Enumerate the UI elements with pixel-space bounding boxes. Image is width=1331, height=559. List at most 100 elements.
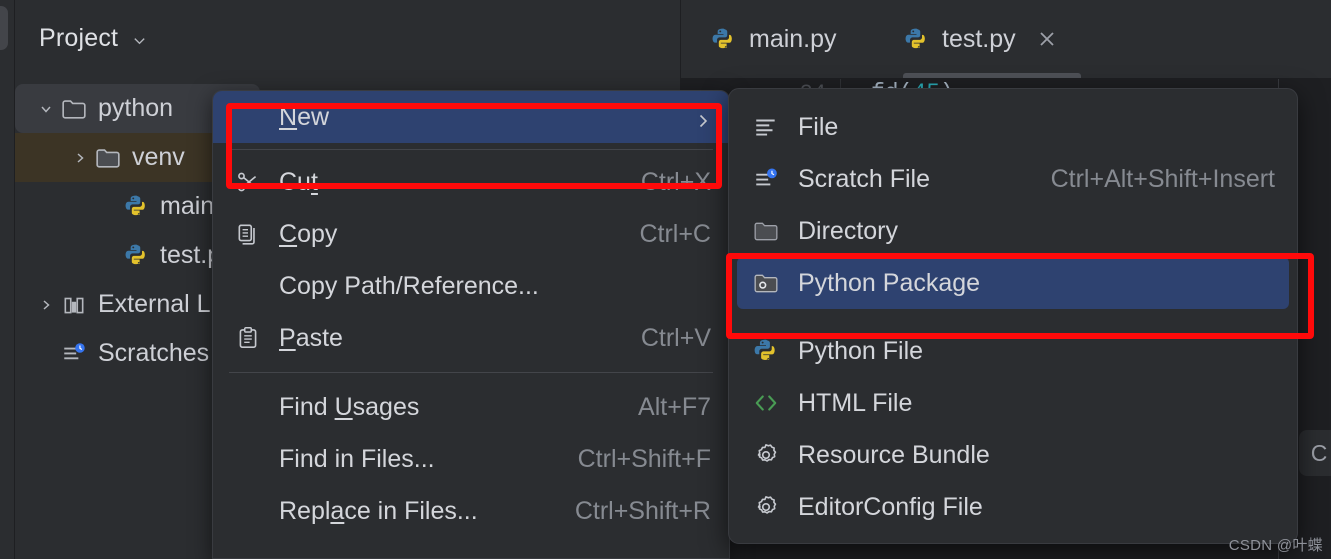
mnemonic-letter: P: [279, 323, 296, 352]
file-lines-icon: [749, 112, 783, 142]
chevron-right-icon[interactable]: [33, 292, 59, 318]
context-menu-item-copy[interactable]: Copy Ctrl+C: [213, 208, 729, 260]
submenu-item-html-file[interactable]: HTML File: [737, 377, 1289, 429]
menu-separator: [229, 372, 713, 373]
scissors-icon: [231, 167, 265, 197]
folder-icon: [59, 96, 89, 122]
label-rest: ew: [297, 102, 330, 131]
context-menu-label: Replace in Files...: [279, 496, 478, 525]
label-rest: sages: [352, 392, 420, 421]
submenu-item-scratch-file[interactable]: Scratch File Ctrl+Alt+Shift+Insert: [737, 153, 1289, 205]
python-file-icon: [121, 243, 151, 269]
context-menu-shortcut: Ctrl+C: [639, 219, 711, 248]
context-menu-shortcut: Ctrl+Shift+R: [574, 496, 711, 525]
submenu-label: Python Package: [798, 268, 981, 297]
html-file-icon: [749, 388, 783, 418]
context-menu-label: New: [279, 103, 329, 132]
chevron-down-icon[interactable]: [33, 96, 59, 122]
submenu-gap: [729, 309, 1297, 325]
chevron-right-icon: [695, 108, 711, 128]
submenu-item-file[interactable]: File: [737, 101, 1289, 153]
menu-separator: [229, 149, 713, 150]
context-menu-item-replace-in-files[interactable]: Replace in Files... Ctrl+Shift+R: [213, 485, 729, 537]
context-menu-item-new[interactable]: New: [213, 91, 729, 143]
new-submenu: File Scratch File Ctrl+Alt+Shift+Insert …: [728, 88, 1298, 544]
library-icon: [59, 292, 89, 318]
mnemonic-letter: C: [279, 219, 298, 248]
active-tab-indicator: [903, 73, 1081, 78]
tab-label: main.py: [749, 24, 837, 53]
submenu-label: Scratch File: [798, 164, 930, 193]
submenu-item-python-package[interactable]: Python Package: [737, 257, 1289, 309]
context-menu: New Cut Ctrl+X Copy Ctrl+C Copy Path/Ref…: [212, 90, 730, 559]
submenu-label: HTML File: [798, 388, 913, 417]
submenu-label: Directory: [798, 216, 899, 245]
chevron-right-icon[interactable]: [67, 145, 93, 171]
context-menu-item-copy-path[interactable]: Copy Path/Reference...: [213, 260, 729, 312]
chevron-down-icon[interactable]: [132, 33, 147, 48]
submenu-item-python-file[interactable]: Python File: [737, 325, 1289, 377]
tree-label: python: [98, 94, 174, 122]
folder-icon: [749, 216, 783, 246]
context-menu-shortcut: Ctrl+Shift+F: [577, 444, 711, 473]
context-menu-item-find-usages[interactable]: Find Usages Alt+F7: [213, 381, 729, 433]
ide-window: 34 fd(45) ∧ C main.py: [0, 0, 1331, 559]
context-menu-item-cut[interactable]: Cut Ctrl+X: [213, 156, 729, 208]
mnemonic-letter: a: [330, 496, 345, 525]
scratch-file-icon: [749, 164, 783, 194]
tab-label: test.py: [942, 24, 1016, 53]
scratches-icon: [59, 341, 89, 367]
mnemonic-letter: U: [334, 392, 353, 421]
context-menu-shortcut: Alt+F7: [638, 392, 711, 421]
watermark: CSDN @叶蝶: [1228, 537, 1323, 554]
submenu-shortcut: Ctrl+Alt+Shift+Insert: [1050, 164, 1275, 193]
submenu-label: EditorConfig File: [798, 492, 983, 521]
context-menu-label: Copy Path/Reference...: [279, 271, 539, 300]
copy-icon: [231, 219, 265, 249]
context-menu-shortcut: Ctrl+X: [640, 167, 711, 196]
folder-icon: [93, 145, 123, 171]
context-menu-label: Cut: [279, 167, 318, 196]
context-menu-shortcut: Ctrl+V: [640, 323, 711, 352]
editor-right-widget[interactable]: C: [1299, 430, 1331, 476]
no-icon: [231, 444, 265, 474]
python-file-icon: [904, 27, 929, 52]
no-icon: [231, 271, 265, 301]
gear-icon: [749, 492, 783, 522]
editor-tabs-bar: main.py test.py: [681, 0, 1331, 79]
no-icon: [231, 392, 265, 422]
left-tool-strip: [0, 0, 15, 559]
label-rest: aste: [295, 323, 343, 352]
context-menu-item-find-in-files[interactable]: Find in Files... Ctrl+Shift+F: [213, 433, 729, 485]
tab-test-py[interactable]: test.py: [888, 0, 1074, 78]
context-menu-label: Find Usages: [279, 392, 420, 421]
submenu-item-resource-bundle[interactable]: Resource Bundle: [737, 429, 1289, 481]
tree-label: venv: [132, 143, 185, 171]
python-file-icon: [121, 194, 151, 220]
submenu-label: Resource Bundle: [798, 440, 990, 469]
project-panel-header[interactable]: Project: [15, 0, 680, 76]
context-menu-label: Paste: [279, 324, 343, 353]
context-menu-item-paste[interactable]: Paste Ctrl+V: [213, 312, 729, 364]
gear-icon: [749, 440, 783, 470]
no-icon: [231, 102, 265, 132]
mnemonic-letter: t: [310, 167, 318, 196]
context-menu-label: Find in Files...: [279, 444, 435, 473]
submenu-label: Python File: [798, 336, 924, 365]
no-icon: [231, 496, 265, 526]
label-rest: ce in Files...: [344, 496, 478, 525]
mnemonic-letter: N: [279, 102, 298, 131]
page-title: Project: [39, 23, 119, 52]
clipboard-icon: [231, 323, 265, 353]
tab-main-py[interactable]: main.py: [695, 0, 853, 78]
submenu-item-directory[interactable]: Directory: [737, 205, 1289, 257]
tool-window-tab[interactable]: [0, 6, 8, 50]
submenu-label: File: [798, 112, 839, 141]
python-package-icon: [749, 268, 783, 298]
label-rest: opy: [297, 219, 338, 248]
context-menu-label: Copy: [279, 220, 337, 249]
submenu-item-editorconfig-file[interactable]: EditorConfig File: [737, 481, 1289, 533]
close-icon[interactable]: [1036, 28, 1058, 50]
python-file-icon: [749, 336, 783, 366]
python-file-icon: [711, 27, 736, 52]
